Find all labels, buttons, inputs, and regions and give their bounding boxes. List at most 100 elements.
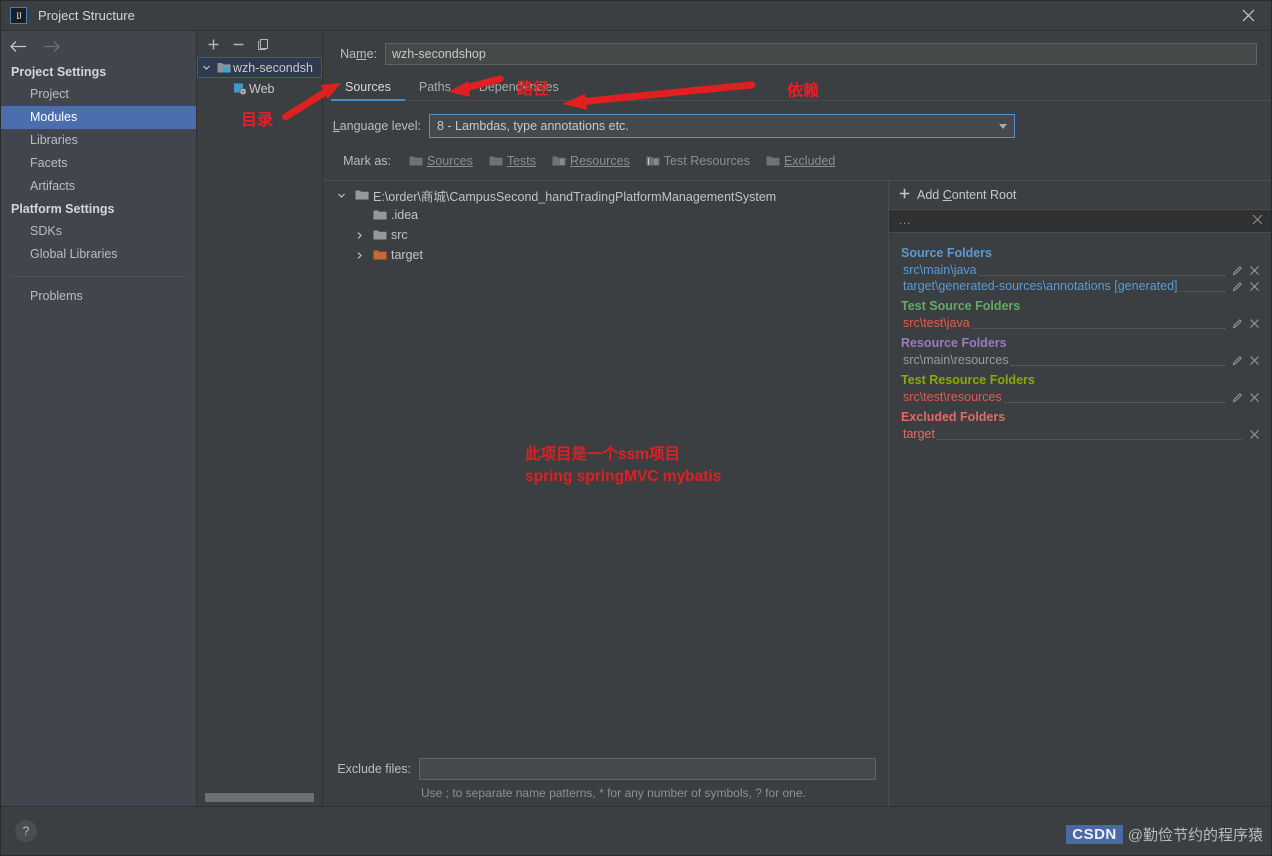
mark-as-excluded-button[interactable]: Excluded	[758, 152, 843, 170]
minus-icon[interactable]	[232, 38, 245, 51]
chevron-right-icon[interactable]	[349, 251, 369, 260]
sidebar-group-platform-settings: Platform Settings SDKs Global Libraries	[1, 198, 196, 266]
excluded-folder-path: target	[903, 427, 935, 441]
close-icon[interactable]	[1246, 355, 1263, 366]
language-level-label: Language level:	[332, 119, 421, 133]
close-icon[interactable]	[1246, 265, 1263, 276]
content-tree-row[interactable]: target	[323, 245, 888, 265]
chevron-down-icon[interactable]	[197, 63, 215, 72]
module-icon	[215, 61, 233, 74]
test-source-folder-item[interactable]: src\test\java	[889, 315, 1271, 331]
content-tree-row[interactable]: E:\order\商城\CampusSecond_handTradingPlat…	[323, 185, 888, 205]
source-folder-path: target\generated-sources\annotations [ge…	[903, 279, 1178, 293]
language-level-select[interactable]: 8 - Lambdas, type annotations etc.	[429, 114, 1015, 138]
mark-as-tests-label: Tests	[506, 154, 537, 168]
content-tree-row[interactable]: .idea	[323, 205, 888, 225]
modules-horizontal-scrollbar[interactable]	[205, 793, 314, 802]
content-split: E:\order\商城\CampusSecond_handTradingPlat…	[323, 180, 1271, 806]
excluded-folder-item[interactable]: target	[889, 426, 1271, 442]
help-button[interactable]: ?	[15, 820, 37, 842]
module-tree-row[interactable]: Web	[197, 78, 322, 99]
module-name-row: Name: wzh-secondshop	[323, 31, 1271, 65]
watermark-user: @勤俭节约的程序猿	[1127, 827, 1263, 844]
copy-icon[interactable]	[257, 38, 270, 51]
sidebar-item-libraries[interactable]: Libraries	[1, 129, 196, 152]
test-source-folder-path: src\test\java	[903, 316, 970, 330]
folder-resources-icon	[552, 155, 566, 167]
content-tree: E:\order\商城\CampusSecond_handTradingPlat…	[323, 181, 888, 758]
source-folder-path: src\main\java	[903, 263, 977, 277]
close-icon[interactable]	[1246, 392, 1263, 403]
tab-sources[interactable]: Sources	[331, 76, 405, 101]
sidebar-item-global-libraries[interactable]: Global Libraries	[1, 243, 196, 266]
module-editor: Name: wzh-secondshop Sources Paths Depen…	[323, 31, 1271, 806]
content-tree-row-label: .idea	[391, 208, 419, 222]
pencil-icon[interactable]	[1229, 265, 1246, 276]
content-roots-list: Source Folders src\main\java target\gene…	[889, 233, 1271, 442]
sidebar-item-artifacts[interactable]: Artifacts	[1, 175, 196, 198]
sidebar-item-project[interactable]: Project	[1, 83, 196, 106]
group-title-source-folders: Source Folders	[901, 246, 992, 260]
window-title: Project Structure	[38, 8, 135, 23]
tab-dependencies[interactable]: Dependencies	[465, 76, 573, 100]
mark-as-test-resources-label: Test Resources	[663, 154, 750, 168]
mark-as-label: Mark as:	[343, 154, 391, 168]
sidebar-item-problems[interactable]: Problems	[1, 285, 196, 308]
pencil-icon[interactable]	[1229, 281, 1246, 292]
add-content-root-button[interactable]: Add Content Root	[889, 181, 1271, 210]
content-roots-pane: Add Content Root ... Source Folders src\…	[889, 181, 1271, 806]
logo-text: IJ	[16, 10, 21, 21]
close-icon[interactable]	[1246, 318, 1263, 329]
arrow-left-icon[interactable]	[9, 40, 28, 53]
resource-folder-path: src\main\resources	[903, 353, 1009, 367]
source-folder-item[interactable]: src\main\java	[889, 262, 1271, 278]
exclude-files-input[interactable]	[419, 758, 876, 780]
mark-as-resources-button[interactable]: Resources	[544, 152, 638, 170]
plus-icon	[899, 188, 910, 202]
chevron-down-icon[interactable]	[331, 191, 351, 200]
close-icon[interactable]	[1246, 281, 1263, 292]
dot-leader	[1010, 364, 1225, 366]
close-icon[interactable]	[1246, 429, 1263, 440]
arrow-right-icon[interactable]	[42, 40, 61, 53]
source-folder-item[interactable]: target\generated-sources\annotations [ge…	[889, 278, 1271, 294]
sidebar-item-sdks[interactable]: SDKs	[1, 220, 196, 243]
module-tabs: Sources Paths Dependencies	[329, 76, 1271, 101]
sidebar-item-modules[interactable]: Modules	[1, 106, 196, 129]
pencil-icon[interactable]	[1229, 392, 1246, 403]
chevron-right-icon[interactable]	[349, 231, 369, 240]
mark-as-resources-label: Resources	[570, 154, 630, 168]
content-tree-pane: E:\order\商城\CampusSecond_handTradingPlat…	[323, 181, 889, 806]
sidebar-divider	[11, 276, 186, 277]
modules-tree: wzh-secondsh Web	[197, 57, 322, 806]
folder-excluded-icon	[766, 155, 780, 167]
intellij-logo-icon: IJ	[10, 7, 27, 24]
plus-icon[interactable]	[207, 38, 220, 51]
content-tree-row[interactable]: src	[323, 225, 888, 245]
dot-leader	[936, 438, 1242, 440]
resource-folder-item[interactable]: src\main\resources	[889, 352, 1271, 368]
sidebar-item-facets[interactable]: Facets	[1, 152, 196, 175]
mark-as-test-resources-button[interactable]: Test Resources	[638, 152, 758, 170]
module-name-input[interactable]: wzh-secondshop	[385, 43, 1257, 65]
mark-as-tests-button[interactable]: Tests	[481, 152, 544, 170]
group-title-test-resource-folders: Test Resource Folders	[901, 373, 1035, 387]
exclude-files-row: Exclude files:	[329, 758, 876, 780]
dialog-body: Project Settings Project Modules Librari…	[1, 31, 1271, 806]
title-bar: IJ Project Structure	[1, 1, 1271, 31]
module-tree-row-label: Web	[249, 81, 275, 96]
test-resource-folder-item[interactable]: src\test\resources	[889, 389, 1271, 405]
close-icon[interactable]	[1252, 214, 1263, 228]
content-root-path: ...	[899, 215, 912, 227]
sidebar-group-title: Project Settings	[11, 65, 107, 79]
settings-sidebar: Project Settings Project Modules Librari…	[1, 31, 197, 806]
pencil-icon[interactable]	[1229, 355, 1246, 366]
pencil-icon[interactable]	[1229, 318, 1246, 329]
folder-icon	[369, 209, 391, 221]
project-structure-dialog: IJ Project Structure Project Settings Pr…	[0, 0, 1272, 856]
close-icon[interactable]	[1225, 1, 1271, 30]
mark-as-sources-button[interactable]: Sources	[401, 152, 481, 170]
module-tree-row[interactable]: wzh-secondsh	[197, 57, 322, 78]
tab-paths[interactable]: Paths	[405, 76, 465, 100]
watermark-brand: CSDN	[1066, 825, 1123, 844]
